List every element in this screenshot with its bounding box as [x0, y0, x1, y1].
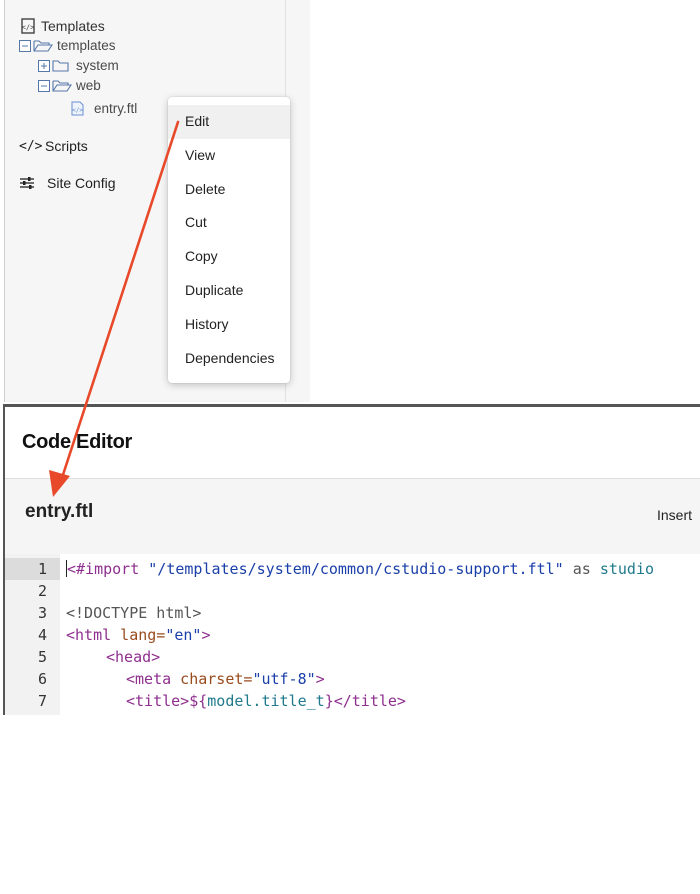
- menu-item-delete[interactable]: Delete: [168, 173, 290, 207]
- menu-item-copy[interactable]: Copy: [168, 240, 290, 274]
- dialog-header: Code Editor: [5, 407, 700, 479]
- line-number: 7: [37, 692, 47, 710]
- insert-button[interactable]: Insert: [657, 507, 692, 523]
- code-line-6: <meta charset="utf-8">: [126, 670, 325, 688]
- code-line-5: <head>: [106, 648, 161, 666]
- menu-item-view[interactable]: View: [168, 139, 290, 173]
- menu-item-dependencies[interactable]: Dependencies: [168, 342, 290, 376]
- context-menu: Edit View Delete Cut Copy Duplicate Hist…: [168, 97, 290, 383]
- code-line-1: <#import "/templates/system/common/cstud…: [66, 560, 655, 578]
- editor-toolbar: entry.ftl Insert: [5, 479, 700, 554]
- line-number: 6: [37, 670, 47, 688]
- folder-open-icon: [33, 40, 53, 52]
- tree-folder-label: web: [76, 78, 101, 93]
- svg-text:</>: </>: [72, 107, 83, 114]
- svg-text:</>: </>: [22, 24, 35, 32]
- line-number: 3: [37, 604, 47, 622]
- tree-folder-system[interactable]: system: [38, 58, 119, 73]
- sliders-icon: [20, 177, 34, 189]
- section-label: Site Config: [47, 175, 116, 191]
- file-name: entry.ftl: [25, 501, 94, 522]
- code-icon: </>: [19, 138, 43, 154]
- line-number: 5: [37, 648, 47, 666]
- line-number: 2: [37, 582, 47, 600]
- menu-item-history[interactable]: History: [168, 308, 290, 342]
- tree-folder-label: templates: [57, 38, 116, 53]
- menu-item-cut[interactable]: Cut: [168, 206, 290, 240]
- line-number: 1: [37, 560, 47, 578]
- ftl-file-icon: </>: [71, 101, 84, 116]
- tree-file-label: entry.ftl: [94, 101, 138, 116]
- menu-item-duplicate[interactable]: Duplicate: [168, 274, 290, 308]
- dialog-title: Code Editor: [22, 431, 133, 453]
- tree-folder-templates[interactable]: templates: [19, 38, 116, 53]
- section-label: Scripts: [45, 138, 88, 154]
- menu-item-edit[interactable]: Edit: [168, 105, 290, 139]
- tree-file-entry[interactable]: </> entry.ftl: [71, 101, 137, 116]
- tree-folder-web[interactable]: web: [38, 78, 101, 93]
- collapse-icon[interactable]: [38, 79, 50, 92]
- folder-open-icon: [52, 80, 72, 92]
- code-line-7: <title>${model.title_t}</title>: [126, 692, 406, 710]
- tree-section-scripts[interactable]: </> Scripts: [19, 138, 88, 154]
- tree-folder-label: system: [76, 58, 119, 73]
- code-editor-dialog: Code Editor entry.ftl Insert 1 2 3 4 5 6…: [3, 404, 700, 715]
- template-file-icon: </>: [21, 18, 35, 34]
- tree-root-templates[interactable]: </> Templates: [21, 18, 105, 34]
- tree-root-label: Templates: [41, 18, 105, 34]
- collapse-icon[interactable]: [19, 39, 31, 52]
- expand-icon[interactable]: [38, 59, 50, 72]
- code-line-3: <!DOCTYPE html>: [66, 604, 202, 622]
- folder-icon: [52, 60, 69, 72]
- code-line-4: <html lang="en">: [66, 626, 211, 644]
- tree-section-site-config[interactable]: Site Config: [19, 175, 115, 191]
- line-number-gutter: 1 2 3 4 5 6 7: [5, 554, 60, 715]
- code-area[interactable]: 1 2 3 4 5 6 7 <#import "/templates/syste…: [5, 554, 700, 715]
- line-number: 4: [37, 626, 47, 644]
